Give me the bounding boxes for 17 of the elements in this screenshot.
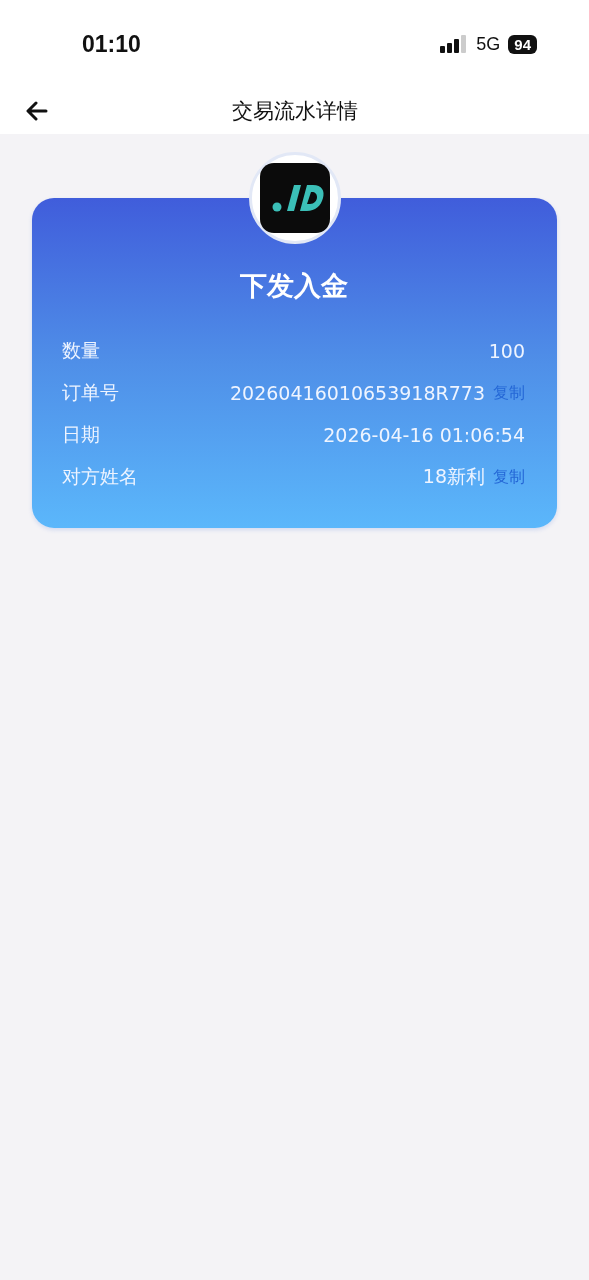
battery-indicator: 94 (508, 34, 537, 54)
logo-icon (259, 163, 330, 233)
transaction-type: 下发入金 (238, 269, 349, 303)
field-value: 100 (488, 340, 525, 362)
field-label: 订单号 (62, 380, 120, 405)
network-label: 5G (476, 33, 501, 55)
back-arrow-icon[interactable] (26, 101, 48, 121)
field-value: 2026-04-16 01:06:54 (323, 424, 525, 446)
field-value: 20260416010653918R773 (230, 382, 485, 404)
field-label: 对方姓名 (62, 464, 139, 489)
copy-link[interactable]: 复制 (493, 466, 525, 488)
signal-icon (440, 35, 469, 53)
field-label: 日期 (62, 422, 101, 447)
page-title: 交易流水详情 (231, 98, 358, 125)
status-time: 01:10 (82, 30, 141, 58)
field-value: 18新利 (422, 464, 485, 489)
field-label: 数量 (62, 338, 101, 363)
